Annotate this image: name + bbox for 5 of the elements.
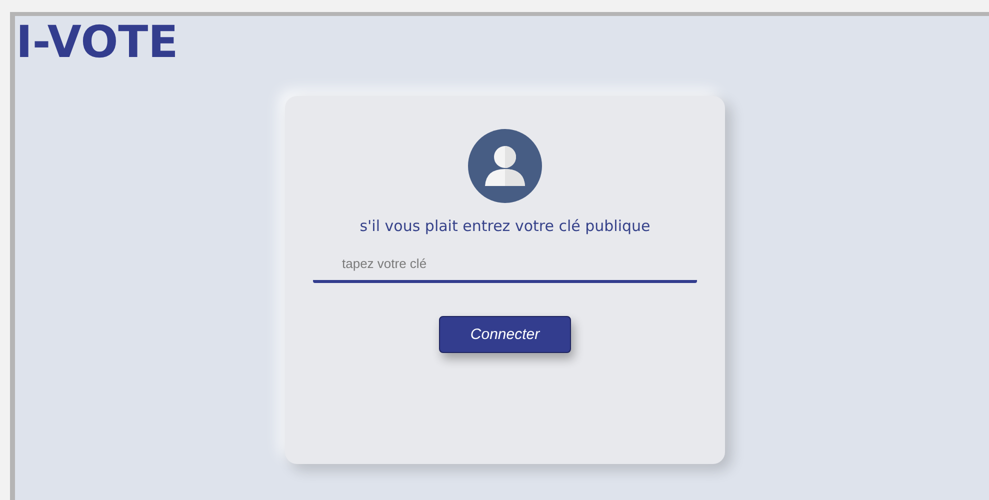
user-avatar-icon xyxy=(468,129,542,203)
connect-button[interactable]: Connecter xyxy=(439,316,571,353)
key-input-field[interactable]: tapez votre clé xyxy=(313,253,697,283)
key-prompt: s'il vous plait entrez votre clé publique xyxy=(360,217,650,235)
app-title: I-VOTE xyxy=(16,20,178,66)
